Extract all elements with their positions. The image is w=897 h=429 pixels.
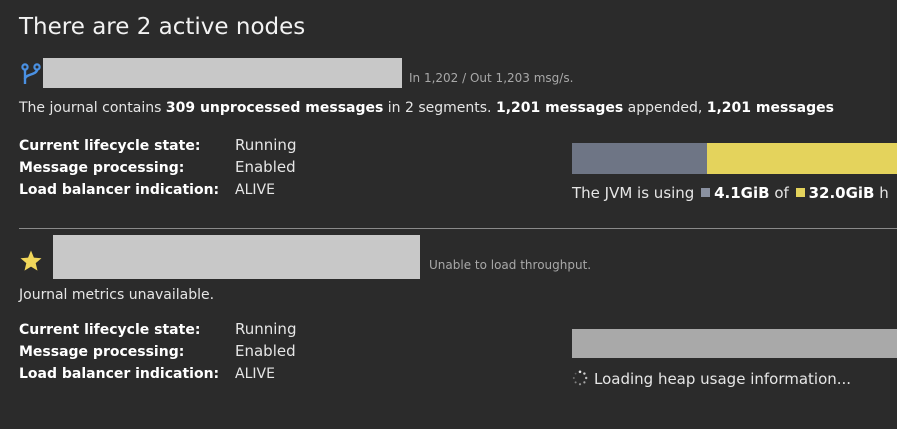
- heap-loading-text: Loading heap usage information...: [572, 370, 851, 388]
- processing-row: Message processing: Enabled: [19, 340, 296, 362]
- heap-max-value: 32.0GiB: [808, 184, 875, 202]
- unprocessed-label: unprocessed messages: [199, 100, 384, 116]
- processing-label: Message processing:: [19, 160, 185, 176]
- heap-max-legend: [795, 188, 805, 197]
- lifecycle-label: Current lifecycle state:: [19, 138, 201, 154]
- heap-used-value: 4.1GiB: [714, 184, 770, 202]
- node-entry: In 1,202 / Out 1,203 msg/s. The journal …: [0, 56, 897, 226]
- journal-status: The journal contains 309 unprocessed mes…: [19, 100, 834, 116]
- node-name-redacted[interactable]: [53, 235, 420, 279]
- read-count: 1,201: [706, 100, 752, 116]
- appended-label: messages: [545, 100, 624, 116]
- star-icon: [19, 249, 43, 273]
- lifecycle-row: Current lifecycle state: Running: [19, 318, 296, 340]
- node-properties: Current lifecycle state: Running Message …: [19, 318, 296, 384]
- read-label: messages: [755, 100, 834, 116]
- heap-max-fill: [707, 143, 897, 174]
- appended-count: 1,201: [495, 100, 541, 116]
- lifecycle-label: Current lifecycle state:: [19, 322, 201, 338]
- page-title: There are 2 active nodes: [19, 14, 306, 40]
- lifecycle-value: Running: [235, 136, 297, 154]
- spinner-icon: [572, 370, 588, 386]
- processing-value: Enabled: [235, 342, 296, 360]
- processing-row: Message processing: Enabled: [19, 156, 296, 178]
- node-properties: Current lifecycle state: Running Message …: [19, 134, 296, 200]
- lb-value: ALIVE: [235, 182, 275, 198]
- unprocessed-count: 309: [165, 100, 196, 116]
- processing-value: Enabled: [235, 158, 296, 176]
- lb-row: Load balancer indication: ALIVE: [19, 362, 296, 384]
- heap-used-fill: [572, 143, 707, 174]
- nodes-panel: There are 2 active nodes In 1,202 / Out …: [0, 0, 897, 429]
- lb-label: Load balancer indication:: [19, 366, 220, 382]
- heap-usage-text: The JVM is using 4.1GiB of 32.0GiB h: [572, 184, 889, 202]
- branch-icon: [19, 62, 43, 86]
- node-entry: Unable to load throughput. Journal metri…: [0, 232, 897, 429]
- node-divider: [19, 228, 897, 229]
- lb-row: Load balancer indication: ALIVE: [19, 178, 296, 200]
- node-name-redacted[interactable]: [43, 58, 402, 88]
- lifecycle-row: Current lifecycle state: Running: [19, 134, 296, 156]
- heap-used-legend: [701, 188, 711, 197]
- heap-loading-bar: [572, 329, 897, 358]
- heap-usage-bar: [572, 143, 897, 174]
- processing-label: Message processing:: [19, 344, 185, 360]
- lifecycle-value: Running: [235, 320, 297, 338]
- lb-label: Load balancer indication:: [19, 182, 220, 198]
- throughput-text: Unable to load throughput.: [429, 258, 592, 272]
- lb-value: ALIVE: [235, 366, 275, 382]
- journal-status: Journal metrics unavailable.: [19, 287, 215, 303]
- throughput-text: In 1,202 / Out 1,203 msg/s.: [409, 71, 574, 85]
